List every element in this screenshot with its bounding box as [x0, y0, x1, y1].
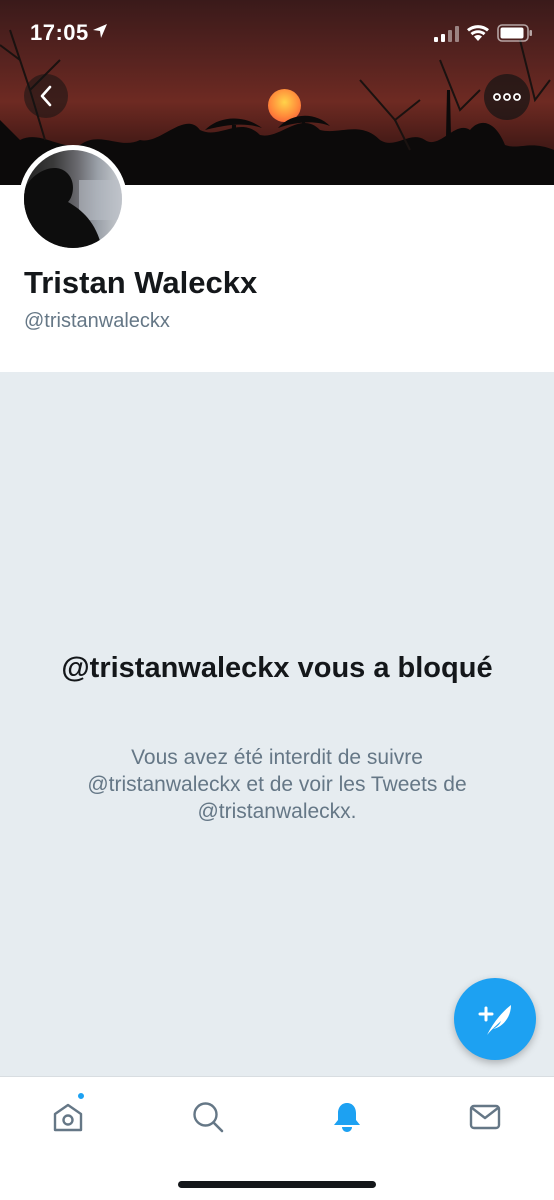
wifi-icon — [467, 25, 489, 41]
bell-icon — [334, 1103, 360, 1132]
back-button[interactable] — [24, 74, 68, 118]
status-time: 17:05 — [30, 20, 89, 45]
chevron-left-icon — [40, 85, 52, 107]
home-indicator — [178, 1181, 376, 1188]
tab-home[interactable] — [48, 1097, 88, 1137]
search-icon — [193, 1102, 224, 1133]
tab-search[interactable] — [188, 1097, 228, 1137]
compose-tweet-icon — [478, 1005, 511, 1035]
compose-tweet-button[interactable] — [454, 978, 536, 1060]
battery-icon — [497, 24, 532, 42]
more-horizontal-icon — [493, 93, 521, 101]
avatar[interactable] — [19, 145, 127, 253]
profile-handle: @tristanwaleckx — [24, 310, 170, 332]
tab-messages[interactable] — [465, 1097, 505, 1137]
blocked-description: Vous avez été interdit de suivre @trista… — [87, 746, 467, 823]
blocked-title: @tristanwaleckx vous a bloqué — [61, 652, 493, 684]
signal-icon — [434, 26, 459, 42]
mail-icon — [469, 1104, 501, 1130]
status-bar: 17:05 — [0, 0, 554, 66]
more-options-button[interactable] — [484, 74, 530, 120]
home-notification-dot — [76, 1091, 86, 1101]
profile-name: Tristan Waleckx — [24, 265, 258, 300]
location-arrow-icon — [93, 24, 107, 38]
home-icon — [53, 1103, 83, 1132]
avatar-image — [24, 150, 122, 248]
tab-notifications[interactable] — [327, 1097, 367, 1137]
